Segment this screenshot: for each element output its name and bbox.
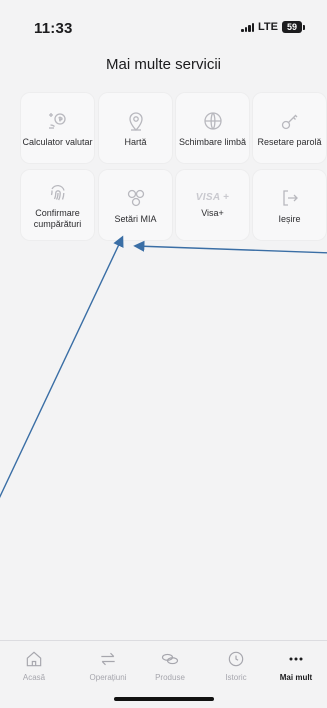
coins-icon [161, 653, 179, 665]
more-dots-icon [289, 657, 303, 661]
status-indicators: LTE 59 [241, 21, 305, 33]
map-pin-icon [128, 111, 143, 131]
service-iesire[interactable]: Ieșire [253, 170, 326, 240]
service-setari-mia[interactable]: Setări MIA [99, 170, 172, 240]
fingerprint-icon [50, 185, 65, 201]
tab-istoric[interactable]: Istoric [204, 649, 268, 682]
service-label: Schimbare limbă [178, 136, 247, 147]
service-label: Calculator valutar [22, 136, 93, 147]
signal-icon [241, 22, 255, 32]
tab-operatiuni[interactable]: Operațiuni [76, 649, 140, 682]
tab-label: Operațiuni [89, 673, 127, 682]
service-confirmare-cumparaturi[interactable]: Confirmare cumpărături [21, 170, 94, 240]
service-label: Ieșire [278, 213, 301, 224]
service-visa-plus[interactable]: VISA + Visa+ [176, 170, 249, 240]
service-resetare-parola[interactable]: Resetare parolă [253, 93, 326, 163]
mia-circles-icon [127, 189, 144, 206]
logout-icon [282, 189, 298, 206]
transfer-arrows-icon [101, 652, 115, 666]
tab-label: Istoric [225, 673, 247, 682]
tab-label: Acasă [22, 673, 46, 682]
tab-mai-mult[interactable]: Mai mult [264, 649, 327, 682]
status-time: 11:33 [34, 20, 73, 37]
status-bar: 11:33 LTE 59 [0, 0, 327, 50]
annotation-arrow-left [0, 235, 124, 499]
service-harta[interactable]: Hartă [99, 93, 172, 163]
battery-level: 59 [282, 21, 302, 33]
home-icon [26, 651, 42, 667]
visa-icon: VISA + [195, 191, 230, 203]
service-label: Confirmare cumpărături [33, 208, 82, 229]
home-indicator [114, 697, 214, 701]
network-label: LTE [258, 21, 278, 33]
key-icon [281, 114, 297, 129]
battery-icon: 59 [282, 21, 305, 33]
tab-label: Produse [155, 673, 185, 682]
clock-icon [228, 651, 244, 667]
service-label: Resetare parolă [257, 136, 322, 147]
service-label: Setări MIA [114, 213, 157, 224]
page-title: Mai multe servicii [105, 56, 222, 73]
service-label: Hartă [124, 136, 147, 147]
globe-icon [203, 111, 222, 130]
annotation-arrow-right [133, 240, 327, 254]
tab-label: Mai mult [279, 673, 313, 682]
service-calculator-valutar[interactable]: Calculator valutar [21, 93, 94, 163]
currency-calculator-icon [48, 112, 66, 129]
tab-produse[interactable]: Produse [138, 649, 202, 682]
service-label: Visa+ [201, 207, 224, 218]
tab-acasa[interactable]: Acasă [2, 649, 66, 682]
service-schimbare-limba[interactable]: Schimbare limbă [176, 93, 249, 163]
